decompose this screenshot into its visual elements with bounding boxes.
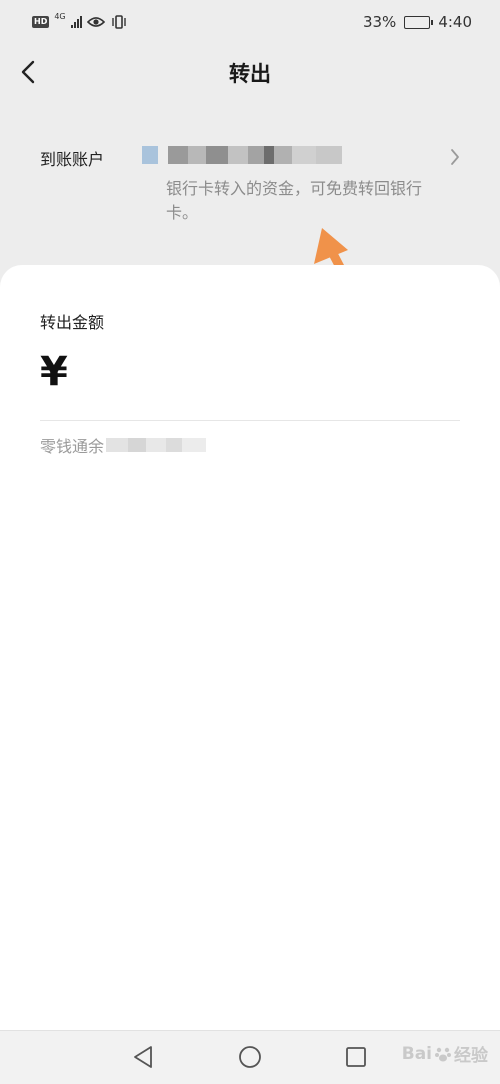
amount-card: 转出金额 ¥ 零钱通余 [0, 265, 500, 1030]
chevron-left-icon [21, 60, 35, 84]
signal-icon [70, 16, 82, 28]
chevron-right-icon [450, 148, 460, 170]
page-title: 转出 [229, 62, 271, 86]
nav-recents-icon[interactable] [345, 1045, 367, 1069]
nav-back-icon[interactable] [132, 1045, 154, 1069]
nav-bar: 转出 [0, 44, 500, 102]
status-bar: HD 4G 33% 4:40 [0, 0, 500, 44]
balance-amount-blurred [106, 438, 207, 452]
battery-icon [404, 15, 434, 29]
divider [40, 420, 460, 421]
hd-badge: HD [32, 16, 50, 28]
transfer-amount-label: 转出金额 [40, 313, 105, 332]
watermark-text: Bai [401, 1043, 432, 1064]
vibrate-icon [111, 15, 126, 29]
watermark-suffix: 经验 [454, 1046, 488, 1066]
receiving-account-label: 到账账户 [40, 150, 105, 169]
battery-percent: 33% [362, 13, 397, 31]
amount-input[interactable] [90, 353, 460, 393]
receiving-account-row[interactable]: 到账账户 银行卡转入的资金，可免费转回银行卡。 [0, 130, 500, 230]
account-hint-text: 银行卡转入的资金，可免费转回银行卡。 [166, 179, 423, 222]
currency-symbol: ¥ [40, 349, 68, 395]
back-button[interactable] [10, 54, 46, 90]
balance-label: 零钱通余 [40, 437, 105, 456]
balance-row: 零钱通余 [40, 433, 207, 457]
baidu-watermark: Bai 经验 [401, 1041, 488, 1067]
system-nav-bar: Bai 经验 [0, 1030, 500, 1084]
network-type: 4G [54, 12, 66, 21]
clock: 4:40 [438, 13, 472, 31]
nav-home-icon[interactable] [238, 1045, 262, 1069]
status-icons-left: HD 4G [32, 12, 128, 29]
paw-icon [435, 1047, 451, 1061]
status-icons-right: 33% 4:40 [363, 13, 472, 31]
bank-account-name-blurred [142, 146, 342, 164]
eye-icon [86, 17, 105, 27]
